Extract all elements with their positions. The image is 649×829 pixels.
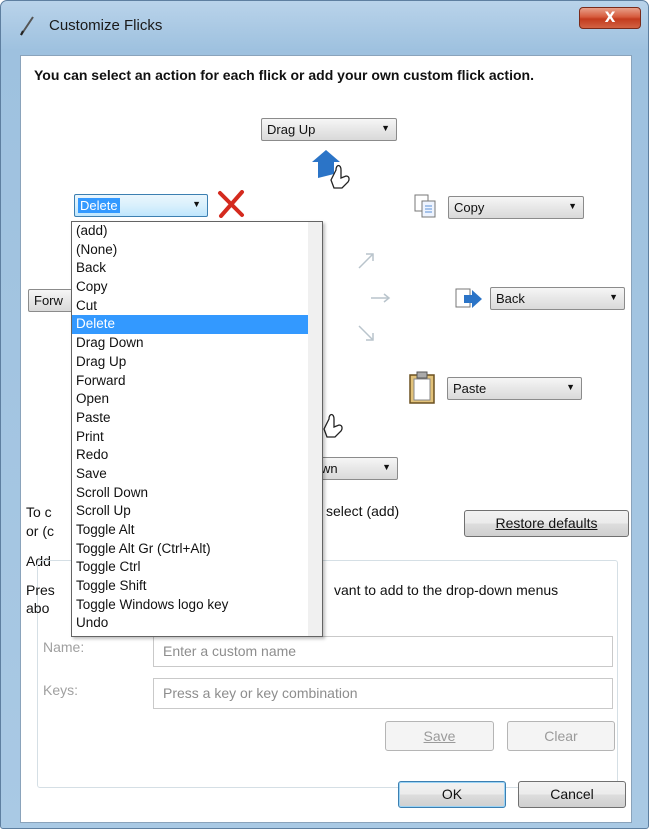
chevron-down-icon: ▼	[382, 462, 391, 472]
dropdown-option[interactable]: Back	[72, 259, 322, 278]
dropdown-option[interactable]: Undo	[72, 614, 322, 633]
flick-up-left-select[interactable]: Delete ▼	[74, 194, 208, 217]
dropdown-option[interactable]: Toggle Windows logo key	[72, 596, 322, 615]
keys-input[interactable]: Press a key or key combination	[153, 678, 613, 709]
paste-clipboard-icon	[409, 371, 435, 404]
dropdown-option[interactable]: Print	[72, 428, 322, 447]
close-button[interactable]: X	[579, 7, 641, 29]
add-desc-prefix-2: abo	[26, 600, 50, 616]
title-bar: Customize Flicks X	[1, 1, 648, 53]
dropdown-option[interactable]: Redo	[72, 446, 322, 465]
hint-prefix-2: or (c	[26, 523, 54, 539]
chevron-down-icon: ▼	[609, 292, 618, 302]
flick-down-hand-icon	[323, 413, 343, 438]
pen-icon	[20, 16, 34, 36]
chevron-down-icon: ▼	[566, 382, 575, 392]
flick-up-select[interactable]: Drag Up ▼	[261, 118, 397, 141]
action-dropdown-list[interactable]: (add) (None) Back Copy Cut Delete Drag Down Dra…	[71, 221, 323, 637]
save-button[interactable]: Save	[385, 721, 494, 751]
flick-up-hand-icon	[312, 150, 350, 189]
copy-icon	[414, 194, 436, 218]
flick-right-select[interactable]: Back ▼	[490, 287, 625, 310]
dropdown-option[interactable]: Paste	[72, 409, 322, 428]
add-desc-prefix-1: Pres	[26, 582, 55, 598]
dropdown-option[interactable]: Toggle Alt Gr (Ctrl+Alt)	[72, 540, 322, 559]
instruction-heading: You can select an action for each flick …	[34, 67, 534, 83]
flick-up-right-select[interactable]: Copy ▼	[448, 196, 584, 219]
dropdown-option[interactable]: Drag Down	[72, 334, 322, 353]
hint-prefix-1: To c	[26, 504, 52, 520]
name-label: Name:	[43, 639, 85, 655]
dropdown-option[interactable]: Cut	[72, 297, 322, 316]
dropdown-option[interactable]: Toggle Ctrl	[72, 558, 322, 577]
window-title: Customize Flicks	[49, 17, 163, 34]
dropdown-option[interactable]: (add)	[72, 222, 322, 241]
custom-name-input[interactable]: Enter a custom name	[153, 636, 613, 667]
dropdown-option[interactable]: (None)	[72, 241, 322, 260]
chevron-down-icon: ▼	[568, 201, 577, 211]
dropdown-option[interactable]: Forward	[72, 372, 322, 391]
restore-defaults-button[interactable]: Restore defaults	[464, 510, 629, 537]
cancel-button[interactable]: Cancel	[518, 781, 626, 808]
dropdown-option[interactable]: Copy	[72, 278, 322, 297]
dropdown-option[interactable]: Scroll Up	[72, 502, 322, 521]
flick-direction-arrows	[358, 253, 391, 341]
dropdown-option[interactable]: Delete	[72, 315, 322, 335]
dropdown-option[interactable]: Save	[72, 465, 322, 484]
back-icon	[455, 288, 482, 308]
dropdown-option[interactable]: Scroll Down	[72, 484, 322, 503]
flick-down-right-select[interactable]: Paste ▼	[447, 377, 582, 400]
dropdown-option[interactable]: Drag Up	[72, 353, 322, 372]
dropdown-option[interactable]: Open	[72, 390, 322, 409]
chevron-down-icon: ▼	[192, 199, 201, 209]
dropdown-option[interactable]: Toggle Alt	[72, 521, 322, 540]
dropdown-scroll-strip	[308, 222, 322, 636]
chevron-down-icon: ▼	[381, 123, 390, 133]
keys-label: Keys:	[43, 682, 79, 698]
dropdown-items: (add) (None) Back Copy Cut Delete Drag Down Dra…	[72, 222, 322, 633]
ok-button[interactable]: OK	[398, 781, 506, 808]
clear-button[interactable]: Clear	[507, 721, 615, 751]
dropdown-option[interactable]: Toggle Shift	[72, 577, 322, 596]
hint-suffix-1: select (add)	[326, 503, 400, 519]
delete-x-icon	[218, 190, 244, 218]
add-desc-suffix-1: vant to add to the drop-down menus	[334, 582, 559, 598]
